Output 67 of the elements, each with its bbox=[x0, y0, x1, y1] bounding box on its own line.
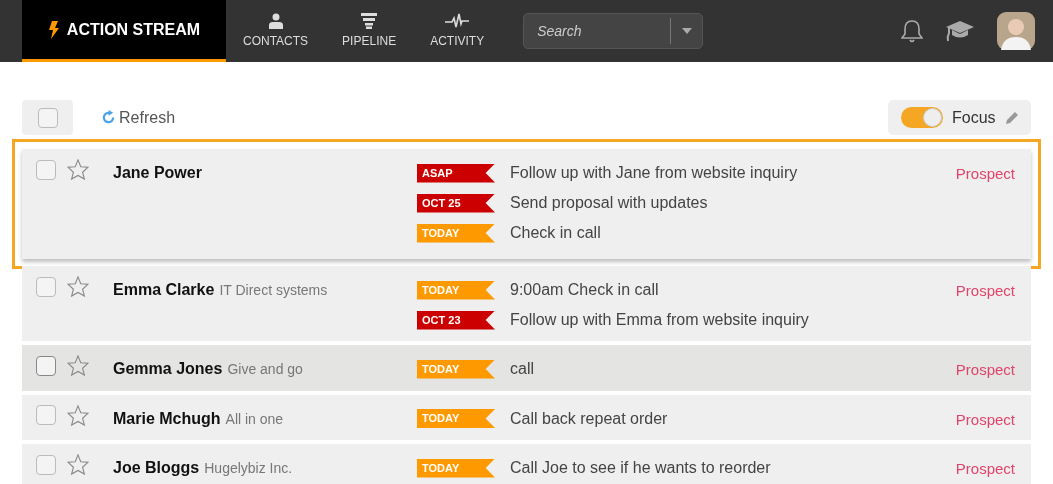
checkbox[interactable] bbox=[36, 159, 56, 180]
lightning-icon bbox=[47, 20, 59, 39]
status-label: Prospect bbox=[955, 409, 1016, 430]
bell-icon[interactable] bbox=[901, 19, 923, 43]
nav-item[interactable]: PIPELINE bbox=[325, 0, 414, 62]
checkbox[interactable] bbox=[36, 405, 56, 425]
funnel-icon bbox=[361, 12, 378, 29]
caret-icon[interactable] bbox=[682, 28, 693, 34]
due-tag: TODAY bbox=[417, 359, 495, 379]
nav-item[interactable]: ACTIVITY bbox=[413, 0, 502, 62]
star-icon[interactable] bbox=[67, 404, 89, 426]
graduation-cap-icon[interactable] bbox=[945, 19, 975, 43]
task-text[interactable]: Follow up with Emma from website inquiry bbox=[510, 308, 809, 332]
select-all-control[interactable] bbox=[22, 100, 73, 135]
focus-label: Focus bbox=[952, 107, 996, 128]
status-label: Prospect bbox=[955, 459, 1016, 479]
due-tag: TODAY bbox=[417, 458, 495, 478]
company-name: IT Direct systems bbox=[219, 281, 328, 300]
star-icon[interactable] bbox=[67, 454, 89, 475]
contact-name[interactable]: Emma Clarke bbox=[113, 278, 215, 302]
avatar[interactable] bbox=[997, 12, 1035, 50]
task-text[interactable]: Call back repeat order bbox=[510, 406, 668, 431]
search-box[interactable]: Search bbox=[523, 13, 704, 49]
nav-item[interactable]: CONTACTS bbox=[226, 0, 326, 62]
checkbox[interactable] bbox=[36, 454, 56, 475]
pencil-icon[interactable] bbox=[1004, 110, 1019, 125]
task-text[interactable]: call bbox=[510, 357, 534, 381]
person-icon bbox=[268, 12, 283, 29]
company-name: All in one bbox=[225, 409, 284, 429]
focus-control[interactable]: Focus bbox=[888, 100, 1031, 135]
search-input[interactable]: Search bbox=[524, 20, 671, 42]
nav-tab[interactable]: ACTION STREAM bbox=[22, 0, 226, 62]
due-tag: ASAP bbox=[417, 163, 495, 183]
due-tag: OCT 25 bbox=[417, 193, 495, 213]
contact-row[interactable]: Emma Clarke IT Direct systems TODAY 9:00am Check in call OCT 23 Follow up with Emma from website inquiry Prospect bbox=[22, 266, 1031, 341]
due-tag: OCT 23 bbox=[417, 310, 495, 330]
contact-name[interactable]: Joe Bloggs bbox=[113, 456, 200, 480]
focus-toggle[interactable] bbox=[901, 107, 943, 128]
status-label: Prospect bbox=[955, 281, 1016, 301]
task-text[interactable]: Call Joe to see if he wants to reorder bbox=[510, 456, 771, 480]
checkbox[interactable] bbox=[37, 107, 58, 128]
contact-row[interactable]: Joe Bloggs Hugelybiz Inc. TODAY Call Joe to see if he wants to reorder Prospect bbox=[22, 444, 1031, 484]
contact-name[interactable]: Jane Power bbox=[113, 161, 202, 185]
pulse-icon bbox=[445, 12, 470, 29]
due-tag: TODAY bbox=[417, 223, 495, 243]
star-icon[interactable] bbox=[67, 276, 89, 297]
contact-row[interactable]: Marie Mchugh All in one TODAY Call back repeat order Prospect bbox=[22, 394, 1031, 440]
contact-row[interactable]: Jane Power ASAP Follow up with Jane from website inquiry OCT 25 Send proposal with updates TODAY Check in call Prospect bbox=[22, 149, 1031, 259]
status-label: Prospect bbox=[955, 360, 1016, 380]
contact-name[interactable]: Marie Mchugh bbox=[113, 406, 221, 431]
task-text[interactable]: 9:00am Check in call bbox=[510, 278, 659, 302]
status-label: Prospect bbox=[955, 164, 1016, 184]
company-name: Give and go bbox=[227, 360, 303, 379]
due-tag: TODAY bbox=[417, 409, 495, 428]
task-text[interactable]: Send proposal with updates bbox=[510, 191, 708, 215]
task-text[interactable]: Follow up with Jane from website inquiry bbox=[510, 161, 798, 185]
task-text[interactable]: Check in call bbox=[510, 221, 601, 245]
star-icon[interactable] bbox=[67, 159, 89, 180]
due-tag: TODAY bbox=[417, 280, 495, 300]
refresh-button[interactable]: Refresh bbox=[101, 105, 176, 130]
star-icon[interactable] bbox=[67, 355, 89, 376]
checkbox[interactable] bbox=[36, 355, 56, 376]
contact-name[interactable]: Gemma Jones bbox=[113, 357, 223, 381]
company-name: Hugelybiz Inc. bbox=[204, 459, 293, 478]
refresh-icon bbox=[101, 110, 116, 125]
contact-row[interactable]: Gemma Jones Give and go TODAY call Prospect bbox=[22, 345, 1031, 391]
checkbox[interactable] bbox=[36, 276, 56, 297]
